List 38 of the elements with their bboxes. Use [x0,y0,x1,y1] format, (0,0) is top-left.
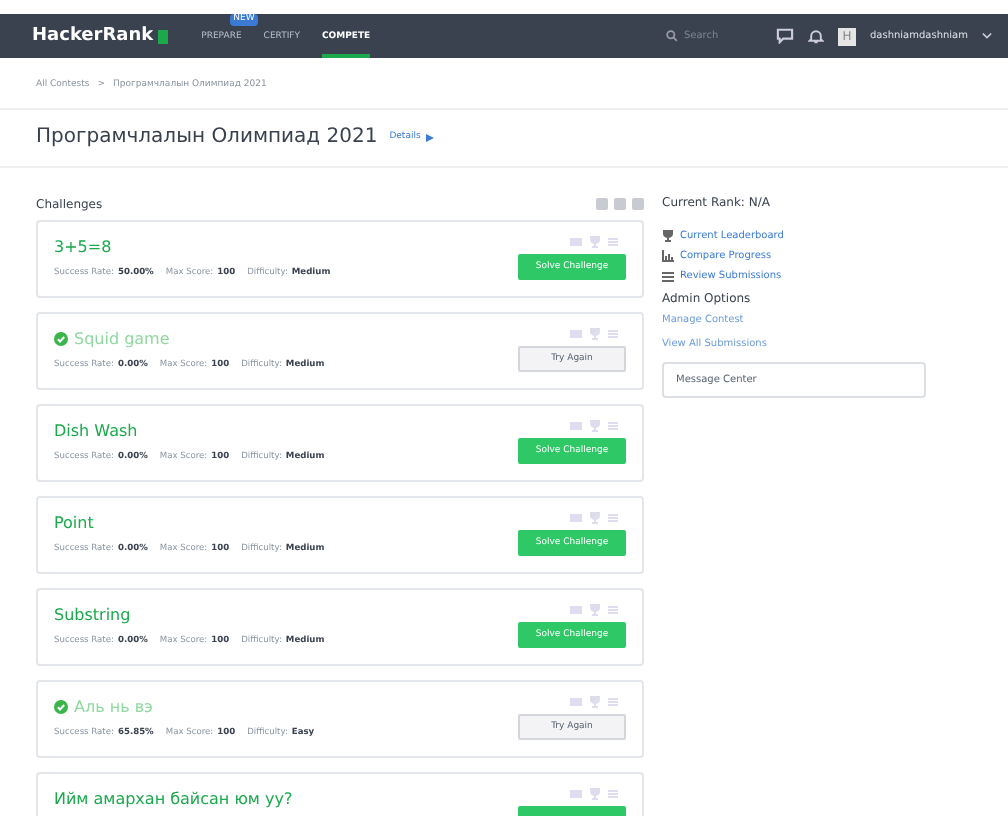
chat-icon[interactable] [775,28,794,44]
trophy-icon [590,236,600,248]
trophy-icon [590,604,600,616]
challenge-title[interactable]: Dish Wash [54,421,138,439]
comment-icon [570,789,582,799]
list-icon [608,422,618,430]
list-icon [662,271,674,281]
challenge-title[interactable]: Point [54,513,94,531]
list-icon [608,790,618,798]
trophy-icon [590,328,600,340]
bell-icon[interactable] [807,28,824,44]
trophy-icon [662,230,674,242]
trophy-icon [590,420,600,432]
comment-icon [570,513,582,523]
trophy-icon [590,788,600,800]
list-icon [608,606,618,614]
play-icon [426,133,435,141]
list-icon [608,238,618,246]
list-icon [608,514,618,522]
challenge-title[interactable]: Substring [54,605,131,623]
caret-icon[interactable] [982,32,992,40]
challenge-title[interactable]: Аль нь вэ [74,697,153,715]
comment-icon [570,329,582,339]
challenge-title[interactable]: Ийм амархан байсан юм уу? [54,789,293,807]
list-icon [608,330,618,338]
comment-icon [570,605,582,615]
list-icon [608,698,618,706]
bar-chart-icon [662,250,674,262]
trophy-icon [590,696,600,708]
logo[interactable]: HackerRank [32,26,168,46]
challenge-title[interactable]: Squid game [74,329,170,347]
page-title: Програмчлалын Олимпиад 2021 [36,126,378,148]
challenge-title[interactable]: 3+5=8 [54,237,112,255]
comment-icon [570,421,582,431]
search-icon [665,30,678,42]
comment-icon [570,237,582,247]
trophy-icon [590,512,600,524]
comment-icon [570,697,582,707]
